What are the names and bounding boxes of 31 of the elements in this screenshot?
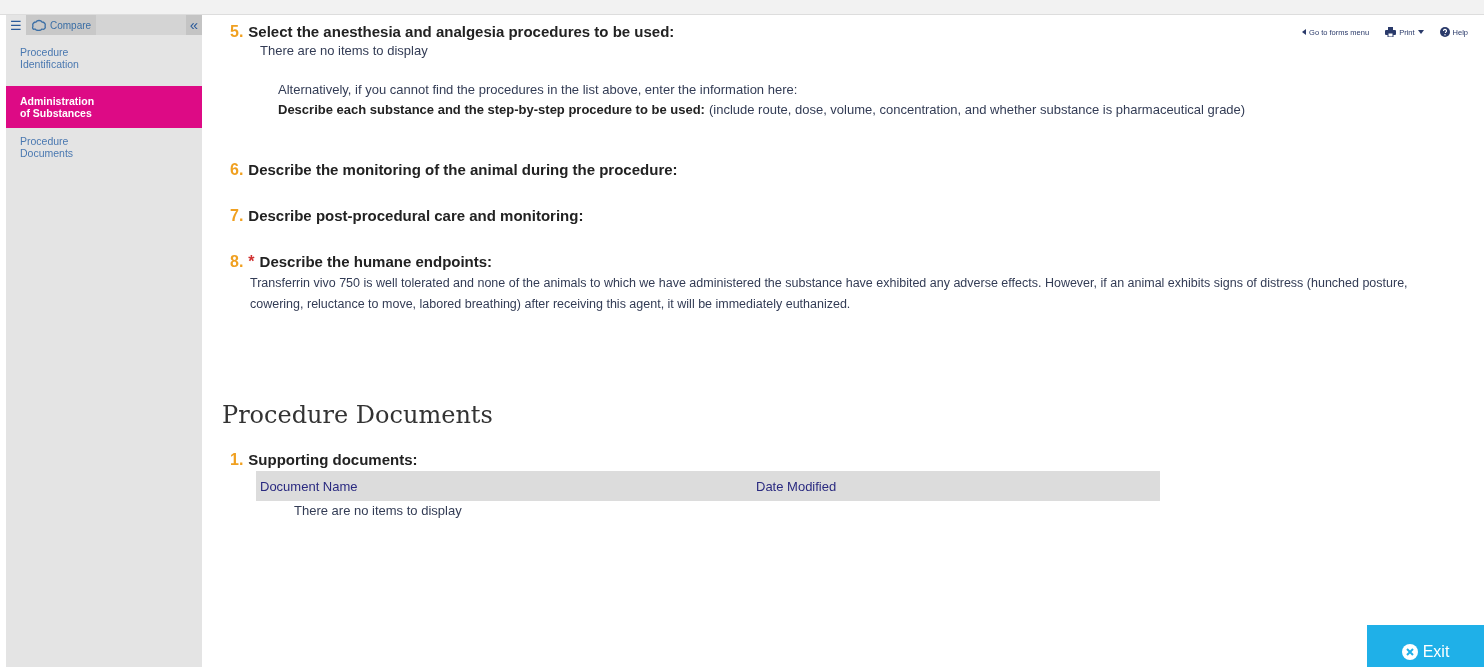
nav-item[interactable]: Administration of Substances bbox=[6, 86, 202, 128]
printer-icon bbox=[1385, 27, 1397, 37]
question-title: Describe the monitoring of the animal during the procedure: bbox=[248, 161, 678, 178]
help-icon bbox=[1439, 27, 1450, 37]
question-title: Supporting documents: bbox=[248, 451, 418, 468]
field-label: Describe each substance and the step-by-step procedure to be used: bbox=[278, 102, 705, 117]
caret-left-icon bbox=[1302, 29, 1307, 35]
question-number: 6. bbox=[230, 161, 244, 179]
required-mark: * bbox=[248, 253, 255, 271]
menu-button[interactable]: ☰ bbox=[6, 15, 26, 35]
column-header[interactable]: Date Modified bbox=[752, 478, 837, 494]
nav-item[interactable]: Procedure Identification bbox=[6, 41, 202, 78]
section-heading: Procedure Documents bbox=[222, 401, 494, 429]
column-header[interactable]: Document Name bbox=[256, 478, 752, 494]
caret-down-icon bbox=[1417, 30, 1424, 34]
answer-text: Transferrin vivo 750 is well tolerated and none of the animals to which we have administered the substance have exhibited any adverse effects. However, if an animal exhibits signs of distress (hunched posture, cowering, reluctance to move, labored breathing) after receiving this agent, it will be immediately euthanized. bbox=[249, 275, 1409, 313]
empty-note: There are no items to display bbox=[259, 43, 429, 58]
question-title: Describe post-procedural care and monitoring: bbox=[248, 207, 584, 224]
question-number: 1. bbox=[230, 451, 244, 469]
question-number: 8. bbox=[230, 253, 244, 271]
empty-note: There are no items to display bbox=[293, 503, 463, 518]
question-number: 5. bbox=[230, 23, 244, 41]
question-number: 7. bbox=[230, 207, 244, 225]
nav-item[interactable]: Procedure Documents bbox=[6, 130, 202, 167]
close-icon bbox=[1401, 643, 1418, 660]
compare-button[interactable]: Compare bbox=[26, 15, 97, 35]
question-title: Describe the humane endpoints: bbox=[259, 253, 493, 270]
alternative-note: Alternatively, if you cannot find the procedures in the list above, enter the information here: bbox=[277, 82, 799, 97]
field-hint: (include route, dose, volume, concentration, and whether substance is pharmaceutical grade) bbox=[708, 102, 1246, 117]
collapse-button[interactable]: « bbox=[185, 15, 202, 35]
question-title: Select the anesthesia and analgesia procedures to be used: bbox=[248, 23, 675, 40]
